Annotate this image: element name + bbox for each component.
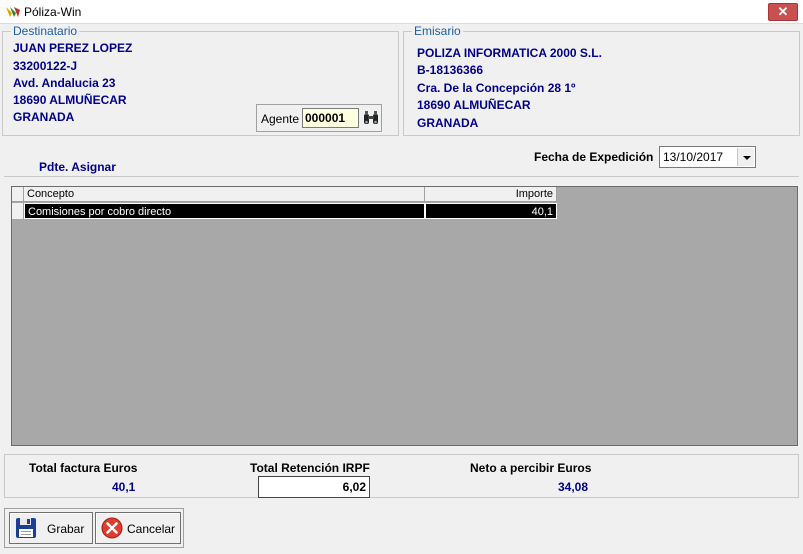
cancel-x-icon	[101, 517, 123, 539]
neto-value: 34,08	[558, 480, 589, 494]
status-text: Pdte. Asignar	[39, 160, 116, 174]
emisario-city: 18690 ALMUÑECAR	[417, 98, 531, 112]
client-area: Destinatario JUAN PEREZ LOPEZ 33200122-J…	[2, 24, 801, 552]
emisario-address: Cra. De la Concepción 28 1º	[417, 81, 576, 95]
totals-panel: Total factura Euros 40,1 Total Retención…	[4, 454, 799, 498]
cancelar-label: Cancelar	[127, 522, 176, 536]
binoculars-icon[interactable]	[363, 109, 379, 127]
fecha-expedicion-value: 13/10/2017	[663, 150, 724, 164]
table-row[interactable]: Comisiones por cobro directo 40,1	[12, 203, 557, 219]
destinatario-province: GRANADA	[13, 110, 75, 124]
emisario-cif: B-18136366	[417, 63, 484, 77]
row-indicator-header	[12, 187, 24, 202]
cancelar-button[interactable]: Cancelar	[95, 512, 181, 544]
total-factura-label: Total factura Euros	[29, 461, 138, 475]
close-button[interactable]: ✕	[768, 3, 798, 21]
grabar-label: Grabar	[47, 522, 85, 536]
neto-label: Neto a percibir Euros	[470, 461, 592, 475]
agente-label: Agente :	[261, 112, 306, 126]
title-bar: Póliza-Win ✕	[0, 0, 803, 24]
floppy-disk-icon	[16, 518, 36, 538]
grabar-button[interactable]: Grabar	[9, 512, 93, 544]
chevron-down-icon[interactable]	[737, 148, 754, 166]
column-header-importe[interactable]: Importe	[425, 187, 557, 202]
separator	[4, 176, 799, 177]
destinatario-name: JUAN PEREZ LOPEZ	[13, 41, 133, 55]
emisario-legend: Emisario	[414, 24, 461, 38]
fecha-expedicion-label: Fecha de Expedición	[534, 150, 654, 164]
column-header-concepto[interactable]: Concepto	[24, 187, 425, 202]
button-panel: Grabar Cancelar	[4, 508, 184, 548]
destinatario-legend: Destinatario	[13, 24, 78, 38]
agente-input[interactable]	[302, 108, 359, 128]
poliza-app-icon	[6, 7, 20, 17]
window-title: Póliza-Win	[24, 5, 82, 19]
emisario-province: GRANADA	[417, 116, 479, 130]
grid-header: Concepto Importe	[12, 187, 557, 202]
concepts-grid[interactable]: Concepto Importe Comisiones por cobro di…	[11, 186, 798, 446]
destinatario-city: 18690 ALMUÑECAR	[13, 93, 127, 107]
row-indicator[interactable]	[12, 203, 24, 219]
agente-box: Agente :	[256, 104, 382, 132]
destinatario-nif: 33200122-J	[13, 59, 78, 73]
emisario-name: POLIZA INFORMATICA 2000 S.L.	[417, 46, 602, 60]
retencion-irpf-input[interactable]	[258, 476, 370, 498]
destinatario-address: Avd. Andalucia 23	[13, 76, 116, 90]
cell-importe[interactable]: 40,1	[425, 203, 557, 219]
fecha-expedicion-picker[interactable]: 13/10/2017	[659, 146, 756, 168]
cell-concepto[interactable]: Comisiones por cobro directo	[24, 203, 425, 219]
total-factura-value: 40,1	[112, 480, 136, 494]
retencion-irpf-label: Total Retención IRPF	[250, 461, 370, 475]
